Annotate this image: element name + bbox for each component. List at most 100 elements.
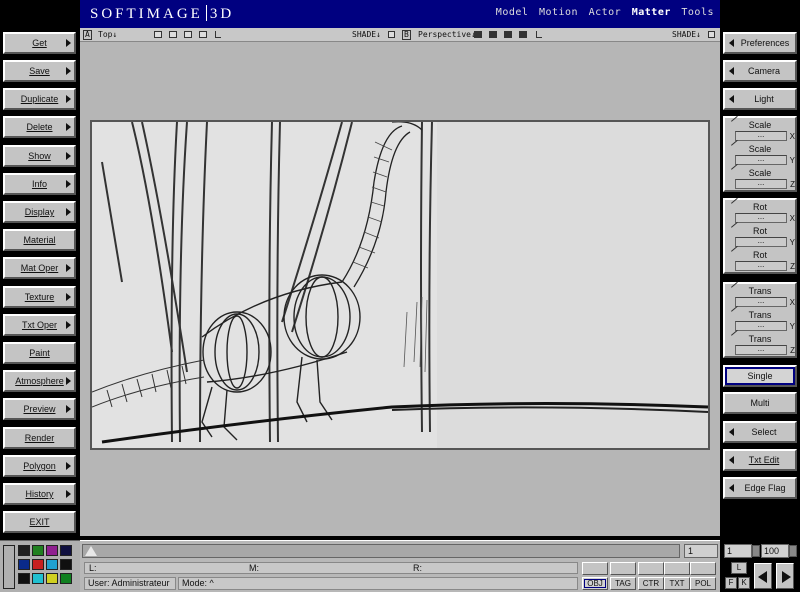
atmosphere-button[interactable]: Atmosphere: [3, 370, 76, 392]
single-select-button[interactable]: Single: [723, 365, 797, 387]
palette-swatch[interactable]: [46, 573, 58, 584]
module-model[interactable]: Model: [496, 7, 529, 18]
view-toggle-icon[interactable]: [184, 31, 192, 38]
info-button[interactable]: Info: [3, 173, 76, 195]
corner-icon[interactable]: [215, 31, 221, 38]
start-frame-field[interactable]: 1: [724, 544, 752, 558]
paint-button[interactable]: Paint: [3, 342, 76, 364]
view-toggle-icon[interactable]: [519, 31, 527, 38]
rot-z-field[interactable]: Rot... Z: [729, 245, 795, 273]
f-toggle-button[interactable]: F: [725, 577, 737, 589]
rot-y-field[interactable]: Rot... Y: [729, 221, 795, 249]
module-menu: Model Motion Actor Matter Tools: [492, 7, 714, 18]
softimage-logo: SOFTIMAGE 3D: [90, 5, 235, 22]
material-button[interactable]: Material: [3, 229, 76, 251]
light-button[interactable]: Light: [723, 88, 797, 110]
txt-edit-button[interactable]: Txt Edit: [723, 449, 797, 471]
texture-button[interactable]: Texture: [3, 286, 76, 308]
preview-button[interactable]: Preview: [3, 398, 76, 420]
view-toggle-icon[interactable]: [169, 31, 177, 38]
module-motion[interactable]: Motion: [539, 7, 578, 18]
polygon-button[interactable]: Polygon: [3, 455, 76, 477]
view-toggle-icon[interactable]: [504, 31, 512, 38]
camera-button[interactable]: Camera: [723, 60, 797, 82]
view-toggle-icon[interactable]: [489, 31, 497, 38]
module-actor[interactable]: Actor: [589, 7, 622, 18]
save-button[interactable]: Save: [3, 60, 76, 82]
maximize-icon[interactable]: [388, 31, 395, 38]
blank-button[interactable]: [690, 562, 716, 575]
viewport-b-box[interactable]: B: [402, 30, 411, 40]
history-button[interactable]: History: [3, 483, 76, 505]
scale-y-field[interactable]: Scale... Y: [729, 139, 795, 167]
module-tools[interactable]: Tools: [681, 7, 714, 18]
preferences-button[interactable]: Preferences: [723, 32, 797, 54]
viewport-a-box[interactable]: A: [83, 30, 92, 40]
mat-oper-button[interactable]: Mat Oper: [3, 257, 76, 279]
trans-y-field[interactable]: Trans... Y: [729, 305, 795, 333]
edge-flag-button[interactable]: Edge Flag: [723, 477, 797, 499]
view-toggle-icon[interactable]: [199, 31, 207, 38]
palette-swatch[interactable]: [32, 573, 44, 584]
slider-handle-icon[interactable]: [85, 546, 97, 556]
palette-swatch[interactable]: [18, 559, 30, 570]
left-button-label: L:: [89, 563, 97, 573]
view-top-dropdown[interactable]: Top↓: [98, 30, 117, 39]
ctr-button[interactable]: CTR: [638, 577, 664, 590]
palette-swatch[interactable]: [18, 573, 30, 584]
palette-swatch[interactable]: [60, 545, 72, 556]
show-button[interactable]: Show: [3, 145, 76, 167]
view-toggle-icon[interactable]: [154, 31, 162, 38]
pol-button[interactable]: POL: [690, 577, 716, 590]
txt-button[interactable]: TXT: [664, 577, 690, 590]
arrow-right-icon: [66, 180, 71, 188]
multi-select-button[interactable]: Multi: [723, 392, 797, 414]
render-button[interactable]: Render: [3, 427, 76, 449]
display-button[interactable]: Display: [3, 201, 76, 223]
view-perspective-dropdown[interactable]: Perspective↓: [418, 30, 476, 39]
arrow-right-icon: [66, 321, 71, 329]
obj-button[interactable]: OBJ: [582, 577, 608, 590]
title-bar: SOFTIMAGE 3D Model Motion Actor Matter To…: [80, 0, 720, 28]
trans-x-field[interactable]: Trans... X: [729, 281, 795, 309]
end-frame-field[interactable]: 100: [761, 544, 789, 558]
trans-z-field[interactable]: Trans... Z: [729, 329, 795, 357]
k-toggle-button[interactable]: K: [738, 577, 750, 589]
exit-button[interactable]: EXIT: [3, 511, 76, 533]
txt-oper-button[interactable]: Txt Oper: [3, 314, 76, 336]
end-frame-spin-icon[interactable]: [789, 545, 797, 557]
palette-swatch[interactable]: [32, 545, 44, 556]
middle-button-label: M:: [249, 563, 259, 573]
palette-swatch[interactable]: [32, 559, 44, 570]
palette-swatch-tall[interactable]: [3, 545, 15, 589]
palette-swatch[interactable]: [60, 573, 72, 584]
timeline-slider[interactable]: [82, 544, 680, 558]
scale-z-field[interactable]: Scale... Z: [729, 163, 795, 191]
start-frame-spin-icon[interactable]: [752, 545, 760, 557]
scale-x-field[interactable]: Scale... X: [729, 115, 795, 143]
blank-button[interactable]: [664, 562, 690, 575]
delete-button[interactable]: Delete: [3, 116, 76, 138]
palette-swatch[interactable]: [46, 545, 58, 556]
blank-button[interactable]: [610, 562, 636, 575]
play-backward-button[interactable]: [754, 563, 772, 589]
corner-icon[interactable]: [536, 31, 542, 38]
loop-toggle-button[interactable]: L: [731, 562, 747, 574]
palette-swatch[interactable]: [46, 559, 58, 570]
blank-button[interactable]: [582, 562, 608, 575]
duplicate-button[interactable]: Duplicate: [3, 88, 76, 110]
palette-swatch[interactable]: [60, 559, 72, 570]
view-toggle-icon[interactable]: [474, 31, 482, 38]
palette-swatch[interactable]: [18, 545, 30, 556]
tag-button[interactable]: TAG: [610, 577, 636, 590]
shade-dropdown-a[interactable]: SHADE↓: [352, 30, 381, 39]
select-button[interactable]: Select: [723, 421, 797, 443]
shade-dropdown-b[interactable]: SHADE↓: [672, 30, 701, 39]
rot-x-field[interactable]: Rot... X: [729, 197, 795, 225]
blank-button[interactable]: [638, 562, 664, 575]
get-button[interactable]: Get: [3, 32, 76, 54]
play-forward-button[interactable]: [776, 563, 794, 589]
current-frame-field[interactable]: 1: [684, 544, 718, 558]
maximize-icon[interactable]: [708, 31, 715, 38]
module-matter[interactable]: Matter: [632, 7, 671, 18]
